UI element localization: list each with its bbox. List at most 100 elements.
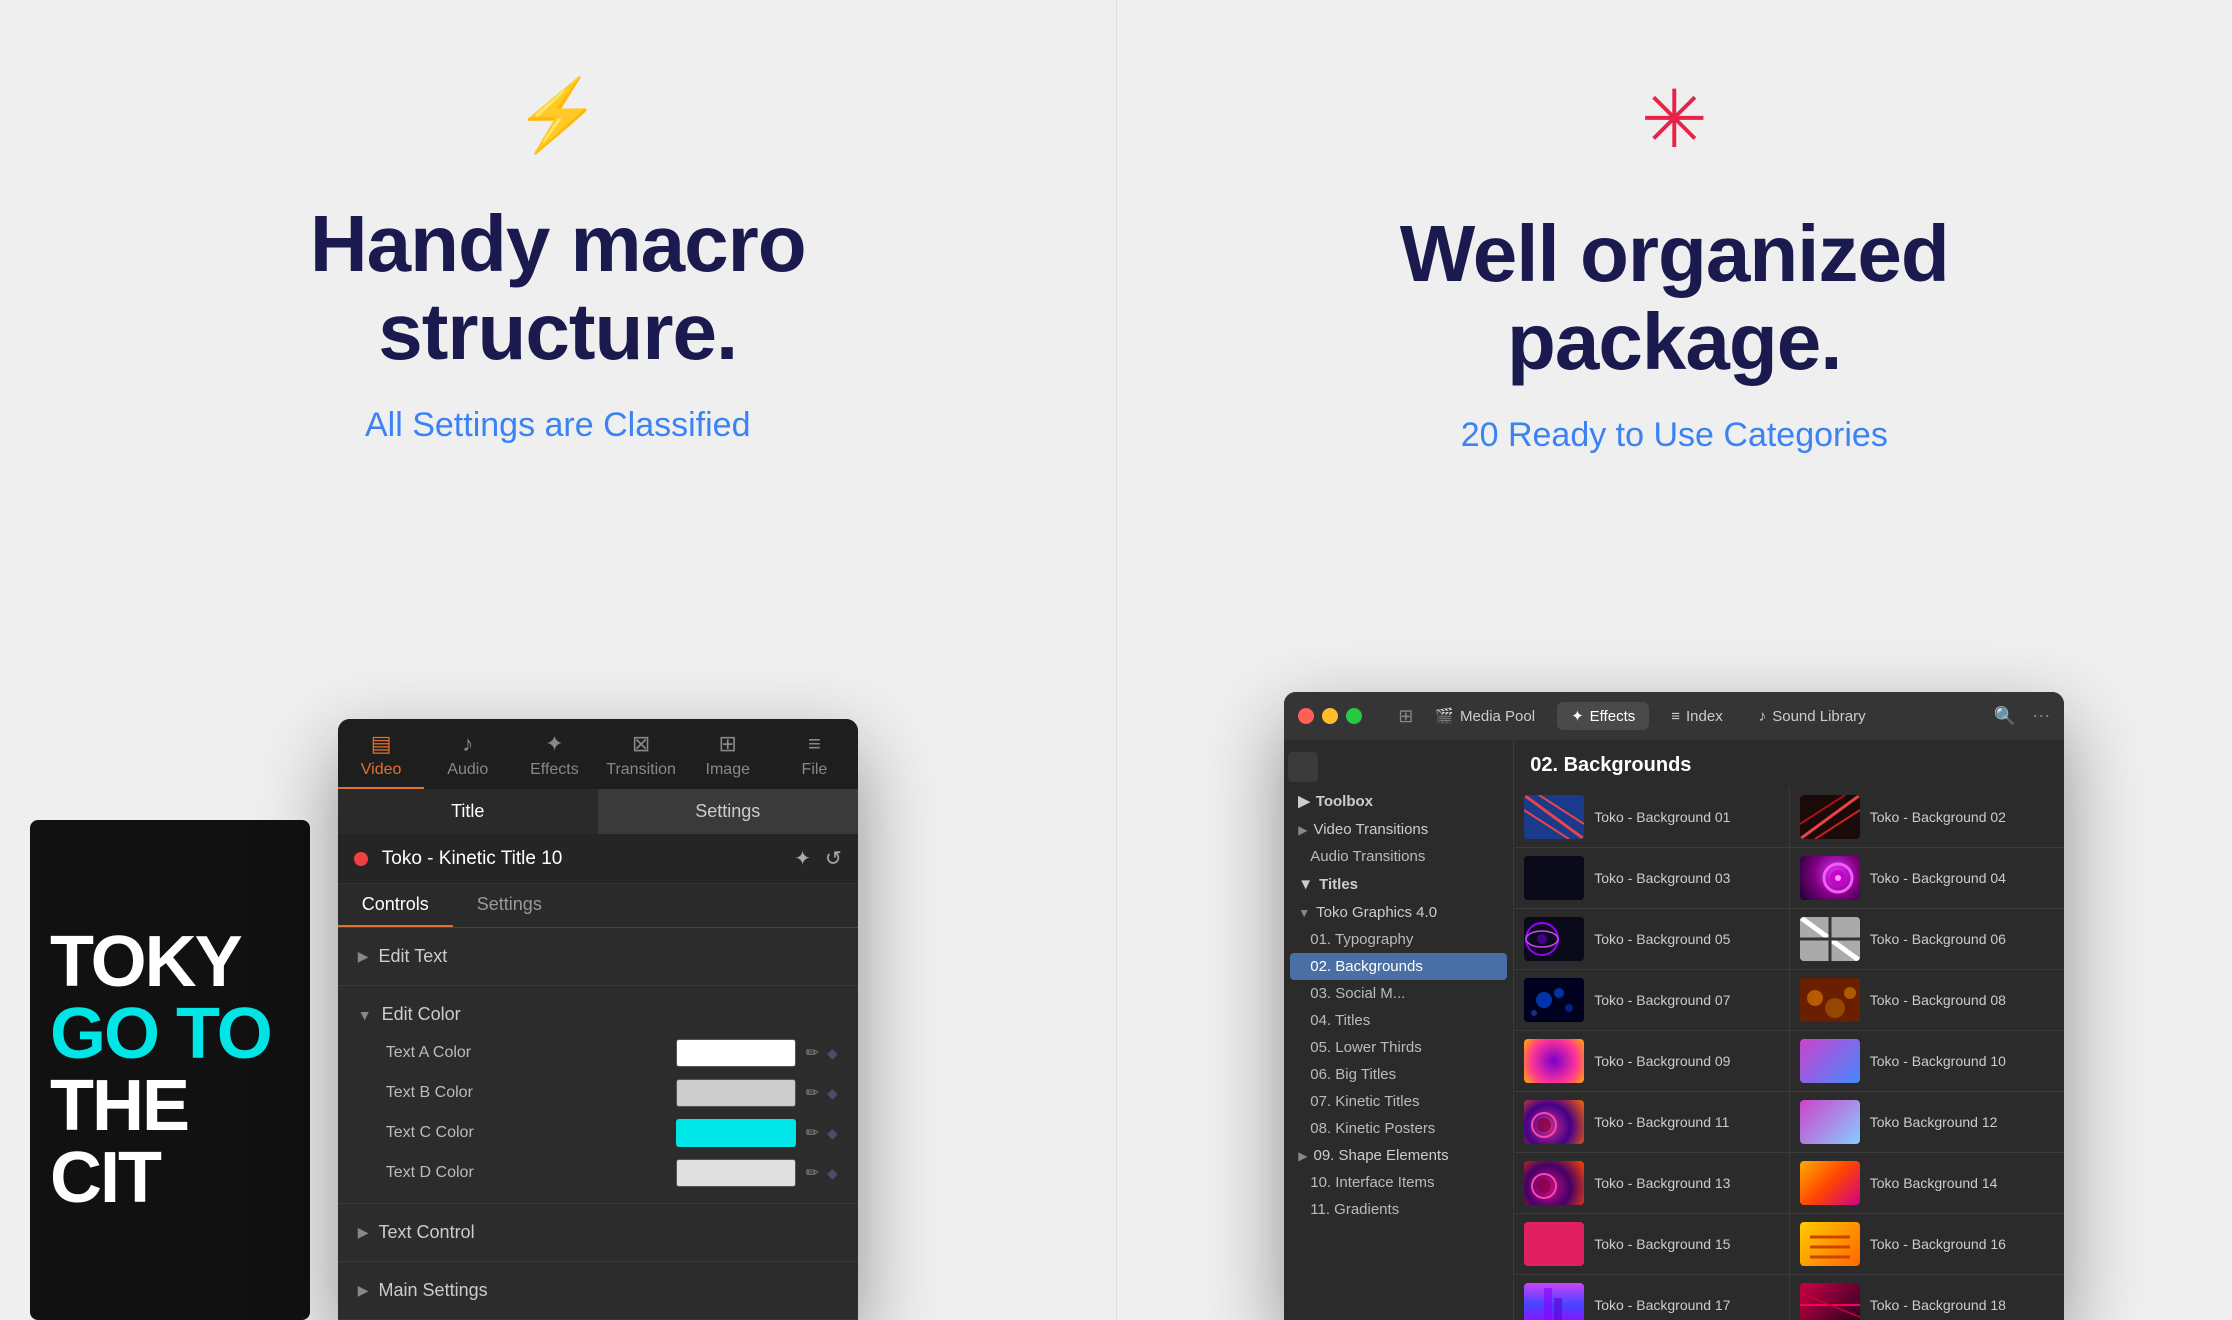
edit-text-arrow: ▶ xyxy=(358,948,369,965)
tab-video[interactable]: ▤ Video xyxy=(338,719,425,789)
titlebar-minimize-dot[interactable] xyxy=(1322,708,1338,724)
shape-elements-item[interactable]: ▶ 09. Shape Elements xyxy=(1284,1142,1513,1169)
effect-01[interactable]: Toko - Background 01 xyxy=(1514,787,1790,847)
effect-05[interactable]: Toko - Background 05 xyxy=(1514,909,1790,969)
tab-image[interactable]: ⊞ Image xyxy=(684,719,771,789)
video-tab-label: Video xyxy=(361,761,402,779)
title-button[interactable]: Title xyxy=(338,789,598,834)
color-d-swatch[interactable] xyxy=(676,1159,796,1187)
thumb-10 xyxy=(1800,1039,1860,1083)
thumb-12 xyxy=(1800,1100,1860,1144)
tab-effects[interactable]: ✦ Effects xyxy=(511,719,598,789)
keyframe-a-icon[interactable]: ◆ xyxy=(827,1045,838,1062)
left-mockup: TOKY GO TO THE CIT ▤ Video ♪ Audio ✦ Eff… xyxy=(0,719,1116,1320)
search-icon[interactable]: 🔍 xyxy=(1994,706,2016,727)
effect-04[interactable]: Toko - Background 04 xyxy=(1790,848,2065,908)
titlebar-maximize-dot[interactable] xyxy=(1346,708,1362,724)
typography-item[interactable]: 01. Typography xyxy=(1284,926,1513,953)
video-transitions-item[interactable]: ▶ Video Transitions xyxy=(1284,816,1513,843)
main-settings-header[interactable]: ▶ Main Settings xyxy=(358,1272,838,1309)
social-item[interactable]: 03. Social M... xyxy=(1284,980,1513,1007)
settings-button[interactable]: Settings xyxy=(598,789,858,834)
toko-graphics-item[interactable]: ▼ Toko Graphics 4.0 xyxy=(1284,899,1513,926)
effects-sidebar: ▶ Toolbox ▶ Video Transitions Audio Tran… xyxy=(1284,740,1514,1320)
right-mockup: ⊞ 🎬 Media Pool ✦ Effects ≡ Index ♪ Sound… xyxy=(1117,692,2232,1320)
edit-color-header[interactable]: ▼ Edit Color xyxy=(358,996,838,1033)
effect-17[interactable]: Toko - Background 17 xyxy=(1514,1275,1790,1320)
big-titles-item[interactable]: 06. Big Titles xyxy=(1284,1061,1513,1088)
more-icon[interactable]: ⋯ xyxy=(2032,706,2050,727)
interface-items-item[interactable]: 10. Interface Items xyxy=(1284,1169,1513,1196)
settings-ctrl-tab[interactable]: Settings xyxy=(453,884,566,927)
thumb-07 xyxy=(1524,978,1584,1022)
effect-07-name: Toko - Background 07 xyxy=(1594,991,1730,1009)
reset-icon[interactable]: ↺ xyxy=(825,846,842,871)
effect-12-name: Toko Background 12 xyxy=(1870,1113,1998,1131)
tab-file[interactable]: ≡ File xyxy=(771,719,858,789)
titles-group: ▼ Titles xyxy=(1284,870,1513,899)
color-a-swatch[interactable] xyxy=(676,1039,796,1067)
effect-12[interactable]: Toko Background 12 xyxy=(1790,1092,2065,1152)
keyframe-b-icon[interactable]: ◆ xyxy=(827,1085,838,1102)
backgrounds-grid: Toko - Background 01 xyxy=(1514,787,2064,1320)
keyframe-d-icon[interactable]: ◆ xyxy=(827,1165,838,1182)
effect-02[interactable]: Toko - Background 02 xyxy=(1790,787,2065,847)
effect-11[interactable]: Toko - Background 11 xyxy=(1514,1092,1790,1152)
magic-icon[interactable]: ✦ xyxy=(794,846,811,871)
effects-body: ▶ Toolbox ▶ Video Transitions Audio Tran… xyxy=(1284,740,2064,1320)
tb-sound-library-btn[interactable]: ♪ Sound Library xyxy=(1745,703,1880,730)
effect-16[interactable]: Toko - Background 16 xyxy=(1790,1214,2065,1274)
eyedropper-c-icon[interactable]: ✏ xyxy=(806,1123,819,1143)
tab-audio[interactable]: ♪ Audio xyxy=(424,719,511,789)
color-b-swatch[interactable] xyxy=(676,1079,796,1107)
tb-index-btn[interactable]: ≡ Index xyxy=(1657,703,1736,730)
text-control-header[interactable]: ▶ Text Control xyxy=(358,1214,838,1251)
effects-titlebar: ⊞ 🎬 Media Pool ✦ Effects ≡ Index ♪ Sound… xyxy=(1284,692,2064,740)
effect-16-name: Toko - Background 16 xyxy=(1870,1235,2006,1253)
tb-media-pool-btn[interactable]: 🎬 Media Pool xyxy=(1421,702,1549,730)
kinetic-titles-item[interactable]: 07. Kinetic Titles xyxy=(1284,1088,1513,1115)
monitor-line1: TOKY xyxy=(50,926,290,998)
effect-02-name: Toko - Background 02 xyxy=(1870,808,2006,826)
vt-label: Video Transitions xyxy=(1313,821,1428,838)
audio-transitions-item[interactable]: Audio Transitions xyxy=(1284,843,1513,870)
tab-transition[interactable]: ⊠ Transition xyxy=(598,719,685,789)
effect-08[interactable]: Toko - Background 08 xyxy=(1790,970,2065,1030)
edit-text-header[interactable]: ▶ Edit Text xyxy=(358,938,838,975)
effect-03[interactable]: Toko - Background 03 xyxy=(1514,848,1790,908)
titlebar-close-dot[interactable] xyxy=(1298,708,1314,724)
effect-15[interactable]: Toko - Background 15 xyxy=(1514,1214,1790,1274)
eyedropper-d-icon[interactable]: ✏ xyxy=(806,1163,819,1183)
tb-effects-btn[interactable]: ✦ Effects xyxy=(1557,702,1649,730)
clip-row: Toko - Kinetic Title 10 ✦ ↺ xyxy=(338,834,858,884)
effects-row-6: Toko - Background 11 Toko Background 12 xyxy=(1514,1092,2064,1153)
color-row-b: Text B Color ✏ ◆ xyxy=(358,1073,838,1113)
titles-item[interactable]: 04. Titles xyxy=(1284,1007,1513,1034)
sound-library-label: Sound Library xyxy=(1772,708,1865,725)
effects-icon: ✦ xyxy=(1571,707,1584,725)
effect-06[interactable]: Toko - Background 06 xyxy=(1790,909,2065,969)
effect-13[interactable]: Toko - Background 13 xyxy=(1514,1153,1790,1213)
lower-thirds-item[interactable]: 05. Lower Thirds xyxy=(1284,1034,1513,1061)
effects-row-1: Toko - Background 01 xyxy=(1514,787,2064,848)
effects-row-2: Toko - Background 03 xyxy=(1514,848,2064,909)
effect-14[interactable]: Toko Background 14 xyxy=(1790,1153,2065,1213)
controls-tab[interactable]: Controls xyxy=(338,884,453,927)
kinetic-posters-item[interactable]: 08. Kinetic Posters xyxy=(1284,1115,1513,1142)
color-c-swatch[interactable] xyxy=(676,1119,796,1147)
effect-18[interactable]: Toko - Background 18 xyxy=(1790,1275,2065,1320)
effect-09[interactable]: Toko - Background 09 xyxy=(1514,1031,1790,1091)
effect-07[interactable]: Toko - Background 07 xyxy=(1514,970,1790,1030)
thumb-16 xyxy=(1800,1222,1860,1266)
thumb-05 xyxy=(1524,917,1584,961)
sidebar-toggle-btn[interactable] xyxy=(1288,752,1318,782)
effect-10[interactable]: Toko - Background 10 xyxy=(1790,1031,2065,1091)
effects-row-9: Toko - Background 17 Toko - Background 1 xyxy=(1514,1275,2064,1320)
keyframe-c-icon[interactable]: ◆ xyxy=(827,1125,838,1142)
eyedropper-a-icon[interactable]: ✏ xyxy=(806,1043,819,1063)
main-settings-arrow: ▶ xyxy=(358,1282,369,1299)
gradients-item[interactable]: 11. Gradients xyxy=(1284,1196,1513,1223)
backgrounds-item[interactable]: 02. Backgrounds xyxy=(1290,953,1507,980)
eyedropper-b-icon[interactable]: ✏ xyxy=(806,1083,819,1103)
index-icon: ≡ xyxy=(1671,708,1680,725)
